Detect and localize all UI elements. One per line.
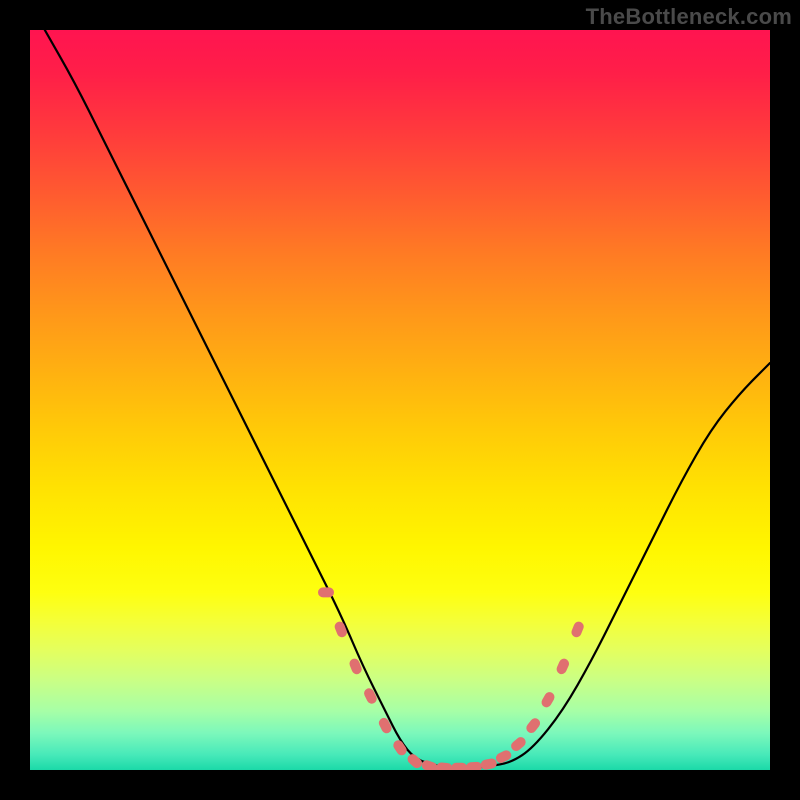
plot-area	[30, 30, 770, 770]
watermark-text: TheBottleneck.com	[586, 4, 792, 30]
highlight-markers	[318, 587, 585, 770]
curve-line	[45, 30, 770, 768]
curve-svg	[30, 30, 770, 770]
chart-frame: TheBottleneck.com	[0, 0, 800, 800]
